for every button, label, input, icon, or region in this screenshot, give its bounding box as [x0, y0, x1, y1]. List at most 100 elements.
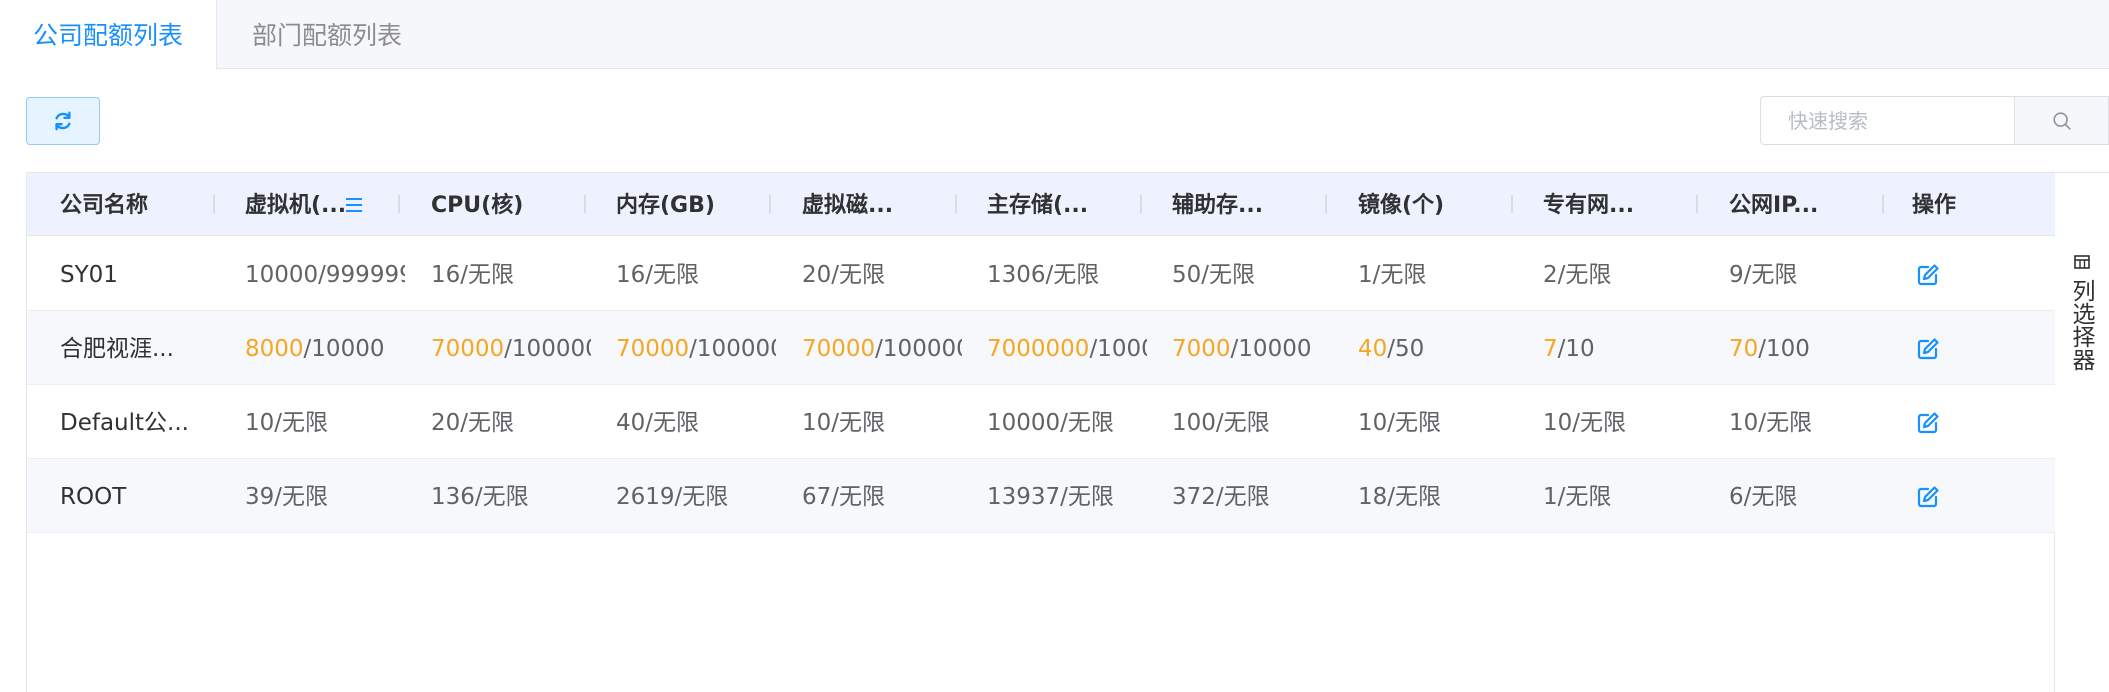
column-resize-handle[interactable]: [1325, 195, 1327, 213]
column-header: 虚拟机(...: [245, 193, 347, 218]
tab-bar: 公司配额列表 部门配额列表: [0, 0, 2109, 70]
refresh-icon: [55, 111, 71, 131]
quota-cell: 39/无限: [245, 459, 405, 533]
column-resize-handle[interactable]: [213, 195, 215, 213]
quota-cell: 70000/100000: [616, 311, 776, 385]
column-resize-handle[interactable]: [398, 195, 400, 213]
column-header: CPU(核): [431, 193, 524, 218]
quota-value: 13937/无限: [987, 484, 1114, 510]
quota-cell: 70000/100000: [431, 311, 591, 385]
used-value: 70000: [431, 336, 505, 362]
quota-value: 40/无限: [616, 410, 700, 436]
search-button[interactable]: [2014, 97, 2108, 144]
quota-table: 公司名称 虚拟机(... CPU(核) 内存(GB) 虚拟磁... 主存储(... 辅助存.…: [26, 172, 2055, 692]
quota-cell: 10/无限: [1543, 385, 1703, 459]
refresh-button[interactable]: [26, 97, 100, 145]
quota-value: 1/无限: [1358, 262, 1427, 288]
company-name-cell: 合肥视涯...: [60, 336, 174, 362]
tab-company-quota[interactable]: 公司配额列表: [0, 0, 217, 70]
quota-cell: 7000/10000: [1172, 311, 1332, 385]
company-name-cell: ROOT: [60, 484, 127, 510]
used-value: 7: [1543, 336, 1558, 362]
quota-cell: 1306/无限: [987, 237, 1147, 311]
quota-cell: 6/无限: [1729, 459, 1899, 533]
quota-cell: 7/10: [1543, 311, 1703, 385]
quota-cell: 10000/999999: [245, 237, 405, 311]
column-resize-handle[interactable]: [1511, 195, 1513, 213]
edit-icon[interactable]: [1916, 485, 1940, 509]
quota-cell: 10/无限: [802, 385, 962, 459]
table-header: 公司名称 虚拟机(... CPU(核) 内存(GB) 虚拟磁... 主存储(... 辅助存.…: [27, 173, 2055, 236]
quota-value: 10/无限: [1729, 410, 1813, 436]
quota-value: 1/无限: [1543, 484, 1612, 510]
quota-value: 372/无限: [1172, 484, 1270, 510]
quota-value: 10/无限: [802, 410, 886, 436]
quota-value: 39/无限: [245, 484, 329, 510]
column-header: 操作: [1912, 193, 1957, 218]
quota-value: 10/无限: [1358, 410, 1442, 436]
quota-limit: /100000: [504, 336, 591, 362]
quota-cell: 67/无限: [802, 459, 962, 533]
quota-value: 16/无限: [431, 262, 515, 288]
search-box: [1760, 96, 2109, 145]
quota-cell: 16/无限: [431, 237, 591, 311]
quota-cell: 10/无限: [245, 385, 405, 459]
filter-icon[interactable]: [345, 197, 363, 213]
column-resize-handle[interactable]: [584, 195, 586, 213]
quota-limit: /50: [1387, 336, 1425, 362]
quota-cell: 13937/无限: [987, 459, 1147, 533]
column-resize-handle[interactable]: [1882, 195, 1884, 213]
quota-value: 1306/无限: [987, 262, 1100, 288]
quota-cell: 10000/无限: [987, 385, 1147, 459]
quota-limit: /10000: [1089, 336, 1147, 362]
quota-value: 10000/999999: [245, 262, 405, 288]
column-resize-handle[interactable]: [1696, 195, 1698, 213]
quota-cell: 16/无限: [616, 237, 776, 311]
quota-limit: /100000: [689, 336, 776, 362]
quota-value: 16/无限: [616, 262, 700, 288]
quota-value: 2/无限: [1543, 262, 1612, 288]
quota-cell: 70/100: [1729, 311, 1899, 385]
quota-cell: 40/50: [1358, 311, 1518, 385]
used-value: 70000: [802, 336, 876, 362]
quota-value: 20/无限: [802, 262, 886, 288]
quota-cell: 372/无限: [1172, 459, 1332, 533]
column-picker[interactable]: 列选择器: [2055, 172, 2109, 692]
company-name-cell: Default公...: [60, 410, 189, 436]
quota-cell: 20/无限: [431, 385, 591, 459]
column-header: 公司名称: [60, 193, 149, 218]
quota-limit: /100000: [875, 336, 962, 362]
column-header: 辅助存...: [1172, 193, 1264, 218]
quota-value: 6/无限: [1729, 484, 1798, 510]
edit-icon[interactable]: [1916, 337, 1940, 361]
used-value: 7000: [1172, 336, 1231, 362]
column-resize-handle[interactable]: [955, 195, 957, 213]
tab-department-quota[interactable]: 部门配额列表: [217, 0, 437, 69]
column-resize-handle[interactable]: [769, 195, 771, 213]
used-value: 7000000: [987, 336, 1090, 362]
quota-cell: 20/无限: [802, 237, 962, 311]
quota-limit: /100: [1758, 336, 1810, 362]
quota-cell: 100/无限: [1172, 385, 1332, 459]
column-header: 公网IP...: [1729, 193, 1819, 218]
quota-cell: 70000/100000: [802, 311, 962, 385]
column-header: 内存(GB): [616, 193, 715, 218]
quota-value: 20/无限: [431, 410, 515, 436]
quota-limit: /10000: [1230, 336, 1312, 362]
edit-icon[interactable]: [1916, 411, 1940, 435]
column-resize-handle[interactable]: [1140, 195, 1142, 213]
quota-value: 50/无限: [1172, 262, 1256, 288]
search-input[interactable]: [1761, 97, 2014, 144]
table-row: SY01 10000/999999 16/无限 16/无限 20/无限 1306/无限 50…: [27, 237, 2055, 311]
table-row: Default公... 10/无限 20/无限 40/无限 10/无限 10000/无限 1…: [27, 385, 2055, 459]
quota-value: 18/无限: [1358, 484, 1442, 510]
quota-cell: 18/无限: [1358, 459, 1518, 533]
quota-value: 67/无限: [802, 484, 886, 510]
quota-limit: /10: [1557, 336, 1595, 362]
used-value: 40: [1358, 336, 1388, 362]
edit-icon[interactable]: [1916, 263, 1940, 287]
quota-value: 100/无限: [1172, 410, 1270, 436]
quota-cell: 136/无限: [431, 459, 591, 533]
quota-value: 136/无限: [431, 484, 529, 510]
column-header: 镜像(个): [1358, 193, 1445, 218]
